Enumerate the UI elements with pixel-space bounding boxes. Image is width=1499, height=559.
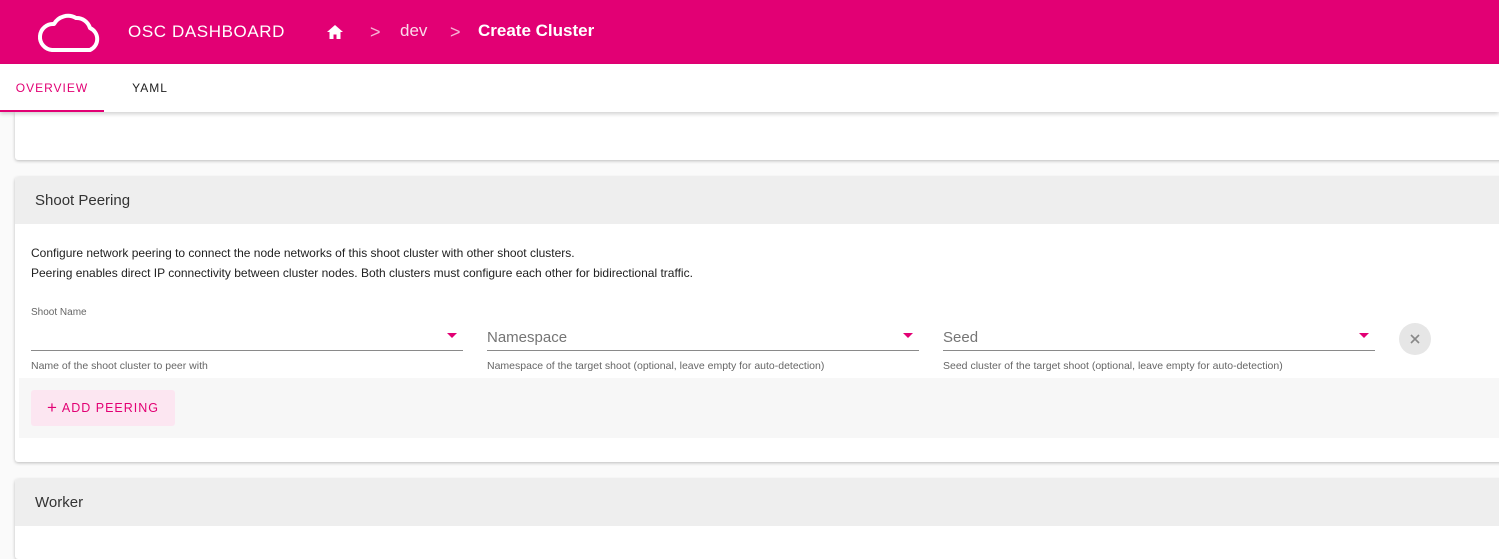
worker-title: Worker bbox=[15, 479, 1499, 526]
seed-placeholder: Seed bbox=[943, 329, 979, 346]
peering-actions: + ADD PEERING bbox=[19, 378, 1499, 438]
description-line-2: Peering enables direct IP connectivity b… bbox=[31, 266, 693, 280]
add-peering-label: ADD PEERING bbox=[61, 401, 160, 415]
plus-icon: + bbox=[46, 398, 58, 417]
shoot-name-label: Shoot Name bbox=[31, 307, 87, 318]
field-underline bbox=[31, 350, 463, 351]
app-header: OSC DASHBOARD > dev > Create Cluster bbox=[0, 0, 1499, 64]
shoot-name-hint: Name of the shoot cluster to peer with bbox=[31, 360, 208, 372]
namespace-hint: Namespace of the target shoot (optional,… bbox=[487, 360, 825, 372]
tab-yaml[interactable]: YAML bbox=[110, 64, 190, 112]
dropdown-arrow-icon[interactable] bbox=[1359, 333, 1369, 338]
app-title[interactable]: OSC DASHBOARD bbox=[128, 22, 285, 42]
seed-hint: Seed cluster of the target shoot (option… bbox=[943, 360, 1283, 372]
shoot-peering-title: Shoot Peering bbox=[15, 177, 1499, 224]
chevron-right-icon: > bbox=[370, 22, 381, 42]
field-underline bbox=[487, 350, 919, 351]
shoot-peering-card: Shoot Peering Configure network peering … bbox=[15, 177, 1499, 462]
add-peering-button[interactable]: + ADD PEERING bbox=[31, 390, 175, 426]
breadcrumb-dev[interactable]: dev bbox=[400, 21, 427, 41]
tab-overview[interactable]: OVERVIEW bbox=[0, 64, 104, 112]
breadcrumb-current: Create Cluster bbox=[478, 21, 595, 40]
dropdown-arrow-icon[interactable] bbox=[447, 333, 457, 338]
field-underline bbox=[943, 350, 1375, 351]
seed-select[interactable]: Seed Seed cluster of the target shoot (o… bbox=[943, 307, 1375, 372]
remove-peering-button[interactable] bbox=[1399, 323, 1431, 355]
chevron-right-icon: > bbox=[450, 22, 461, 42]
dropdown-arrow-icon[interactable] bbox=[903, 333, 913, 338]
namespace-placeholder: Namespace bbox=[487, 329, 568, 346]
namespace-select[interactable]: Namespace Namespace of the target shoot … bbox=[487, 307, 919, 372]
cloud-icon[interactable] bbox=[34, 10, 104, 54]
close-icon bbox=[1410, 334, 1420, 344]
previous-section-card bbox=[15, 112, 1499, 160]
tab-bar: OVERVIEW YAML bbox=[0, 64, 1499, 112]
description-line-1: Configure network peering to connect the… bbox=[31, 246, 575, 260]
worker-card: Worker bbox=[15, 479, 1499, 559]
shoot-name-select[interactable]: Shoot Name Name of the shoot cluster to … bbox=[31, 307, 463, 372]
home-icon[interactable] bbox=[326, 24, 344, 40]
